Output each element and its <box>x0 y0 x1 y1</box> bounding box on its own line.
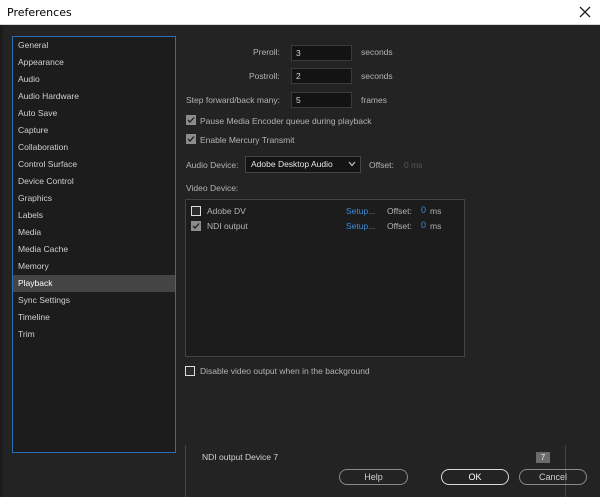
sidebar-item-graphics[interactable]: Graphics <box>13 190 175 207</box>
sidebar-item-timeline[interactable]: Timeline <box>13 309 175 326</box>
adobe-dv-setup-link[interactable]: Setup... <box>346 206 375 216</box>
postroll-label: Postroll: <box>249 71 280 81</box>
ndi-device-label: NDI output Device 7 <box>202 452 279 462</box>
sidebar-item-capture[interactable]: Capture <box>13 122 175 139</box>
audio-device-label: Audio Device: <box>186 160 239 170</box>
preroll-unit: seconds <box>361 47 393 57</box>
close-icon[interactable] <box>574 1 596 23</box>
disable-background-output-checkbox[interactable] <box>185 366 195 376</box>
postroll-input[interactable]: 2 <box>291 68 352 84</box>
left-edge-strip <box>0 25 3 497</box>
pause-encoder-checkbox[interactable] <box>186 115 196 125</box>
audio-offset-value: 0 ms <box>404 160 423 170</box>
sidebar-item-trim[interactable]: Trim <box>13 326 175 343</box>
preferences-sidebar: General Appearance Audio Audio Hardware … <box>12 36 176 453</box>
sidebar-item-playback[interactable]: Playback <box>13 275 175 292</box>
sidebar-item-collaboration[interactable]: Collaboration <box>13 139 175 156</box>
adobe-dv-offset-value[interactable]: 0 <box>421 205 426 215</box>
step-label: Step forward/back many: <box>186 95 281 105</box>
sidebar-item-audio-hardware[interactable]: Audio Hardware <box>13 88 175 105</box>
sidebar-item-audio[interactable]: Audio <box>13 71 175 88</box>
help-button[interactable]: Help <box>339 469 408 485</box>
mercury-transmit-label: Enable Mercury Transmit <box>200 135 295 145</box>
audio-offset-label: Offset: <box>369 160 394 170</box>
adobe-dv-offset-label: Offset: <box>387 206 412 216</box>
sidebar-item-auto-save[interactable]: Auto Save <box>13 105 175 122</box>
sidebar-item-labels[interactable]: Labels <box>13 207 175 224</box>
checkmark-icon <box>187 117 195 123</box>
preroll-label: Preroll: <box>253 47 280 57</box>
sidebar-item-appearance[interactable]: Appearance <box>13 54 175 71</box>
ndi-output-checkbox[interactable] <box>191 221 201 231</box>
step-unit: frames <box>361 95 387 105</box>
chevron-down-icon <box>348 161 356 167</box>
ndi-output-offset-value[interactable]: 0 <box>421 220 426 230</box>
ndi-output-name: NDI output <box>207 221 248 231</box>
cancel-button[interactable]: Cancel <box>519 469 587 485</box>
disable-background-output-label: Disable video output when in the backgro… <box>200 366 370 376</box>
adobe-dv-offset-unit: ms <box>430 206 442 216</box>
adobe-dv-checkbox[interactable] <box>191 206 201 216</box>
sidebar-item-general[interactable]: General <box>13 37 175 54</box>
checkmark-icon <box>192 223 200 229</box>
video-device-label: Video Device: <box>186 183 239 193</box>
audio-device-select[interactable]: Adobe Desktop Audio <box>245 156 361 173</box>
ndi-device-number[interactable]: 7 <box>536 452 550 463</box>
ndi-output-offset-unit: ms <box>430 221 442 231</box>
ndi-output-setup-link[interactable]: Setup... <box>346 221 375 231</box>
postroll-unit: seconds <box>361 71 393 81</box>
sidebar-item-device-control[interactable]: Device Control <box>13 173 175 190</box>
sidebar-item-media-cache[interactable]: Media Cache <box>13 241 175 258</box>
checkmark-icon <box>187 136 195 142</box>
ndi-output-offset-label: Offset: <box>387 221 412 231</box>
mercury-transmit-checkbox[interactable] <box>186 134 196 144</box>
step-input[interactable]: 5 <box>291 92 352 108</box>
audio-device-value: Adobe Desktop Audio <box>251 159 333 169</box>
pause-encoder-label: Pause Media Encoder queue during playbac… <box>200 116 372 126</box>
sidebar-item-memory[interactable]: Memory <box>13 258 175 275</box>
sidebar-item-media[interactable]: Media <box>13 224 175 241</box>
ok-button[interactable]: OK <box>441 469 509 485</box>
window-title: Preferences <box>7 6 72 19</box>
preroll-input[interactable]: 3 <box>291 45 352 61</box>
title-bar: Preferences <box>0 0 600 25</box>
adobe-dv-name: Adobe DV <box>207 206 246 216</box>
sidebar-item-control-surface[interactable]: Control Surface <box>13 156 175 173</box>
sidebar-item-sync-settings[interactable]: Sync Settings <box>13 292 175 309</box>
